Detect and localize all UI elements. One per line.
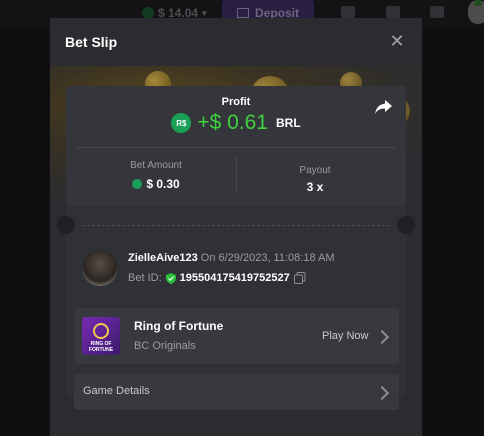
divider xyxy=(236,156,237,194)
game-thumbnail[interactable]: RING OF FORTUNE xyxy=(82,317,120,355)
bet-amount-value: $ 0.30 xyxy=(146,177,180,191)
bet-id-label: Bet ID: xyxy=(128,272,162,284)
game-row[interactable]: RING OF FORTUNE Ring of Fortune BC Origi… xyxy=(74,308,399,364)
game-details-row[interactable]: Game Details xyxy=(74,374,399,410)
player-avatar[interactable] xyxy=(82,250,118,286)
divider xyxy=(76,147,396,148)
player-info: ZielleAive123 On 6/29/2023, 11:08:18 AM xyxy=(128,252,335,264)
brl-coin-icon xyxy=(132,179,143,189)
payout-label: Payout xyxy=(299,165,331,176)
game-name: Ring of Fortune xyxy=(134,319,224,333)
modal-header: Bet Slip ✕ xyxy=(50,18,422,66)
chevron-right-icon xyxy=(374,329,390,345)
bet-date: On 6/29/2023, 11:08:18 AM xyxy=(197,252,335,264)
bet-id-value: 195504175419752527 xyxy=(179,272,290,284)
modal-title: Bet Slip xyxy=(65,34,118,50)
profit-row: R$ +$ 0.61 BRL xyxy=(66,110,406,136)
brl-coin-icon: R$ xyxy=(171,113,192,133)
verified-shield-icon xyxy=(165,272,176,284)
player-name[interactable]: ZielleAive123 xyxy=(128,252,198,264)
ticket-dashed-divider xyxy=(82,225,390,226)
bet-amount-value-row: $ 0.30 xyxy=(81,177,231,191)
game-provider: BC Originals xyxy=(134,340,196,352)
chevron-right-icon xyxy=(374,385,390,401)
bet-card: Profit R$ +$ 0.61 BRL Bet Amount $ 0.30 … xyxy=(57,86,415,410)
payout-value: 3 x xyxy=(306,180,324,194)
profit-section: Profit R$ +$ 0.61 BRL Bet Amount $ 0.30 … xyxy=(66,86,406,206)
ticket-notch-right xyxy=(397,216,415,234)
game-details-label: Game Details xyxy=(83,385,150,397)
profit-label: Profit xyxy=(221,96,251,108)
close-icon[interactable]: ✕ xyxy=(388,32,406,50)
bet-id-row: Bet ID: 195504175419752527 xyxy=(128,272,306,284)
share-icon[interactable] xyxy=(374,98,394,116)
play-now-link[interactable]: Play Now xyxy=(322,330,368,342)
ring-icon xyxy=(93,323,109,339)
profit-currency: BRL xyxy=(275,116,301,130)
ticket-notch-left xyxy=(57,216,75,234)
thumbnail-text: RING OF FORTUNE xyxy=(88,341,114,353)
copy-icon[interactable] xyxy=(293,272,306,284)
bet-slip-modal: Bet Slip ✕ Profit R$ +$ 0.61 BRL Bet Amo… xyxy=(50,18,422,436)
bet-amount-label: Bet Amount xyxy=(130,160,182,171)
profit-value: +$ 0.61 xyxy=(197,111,268,134)
